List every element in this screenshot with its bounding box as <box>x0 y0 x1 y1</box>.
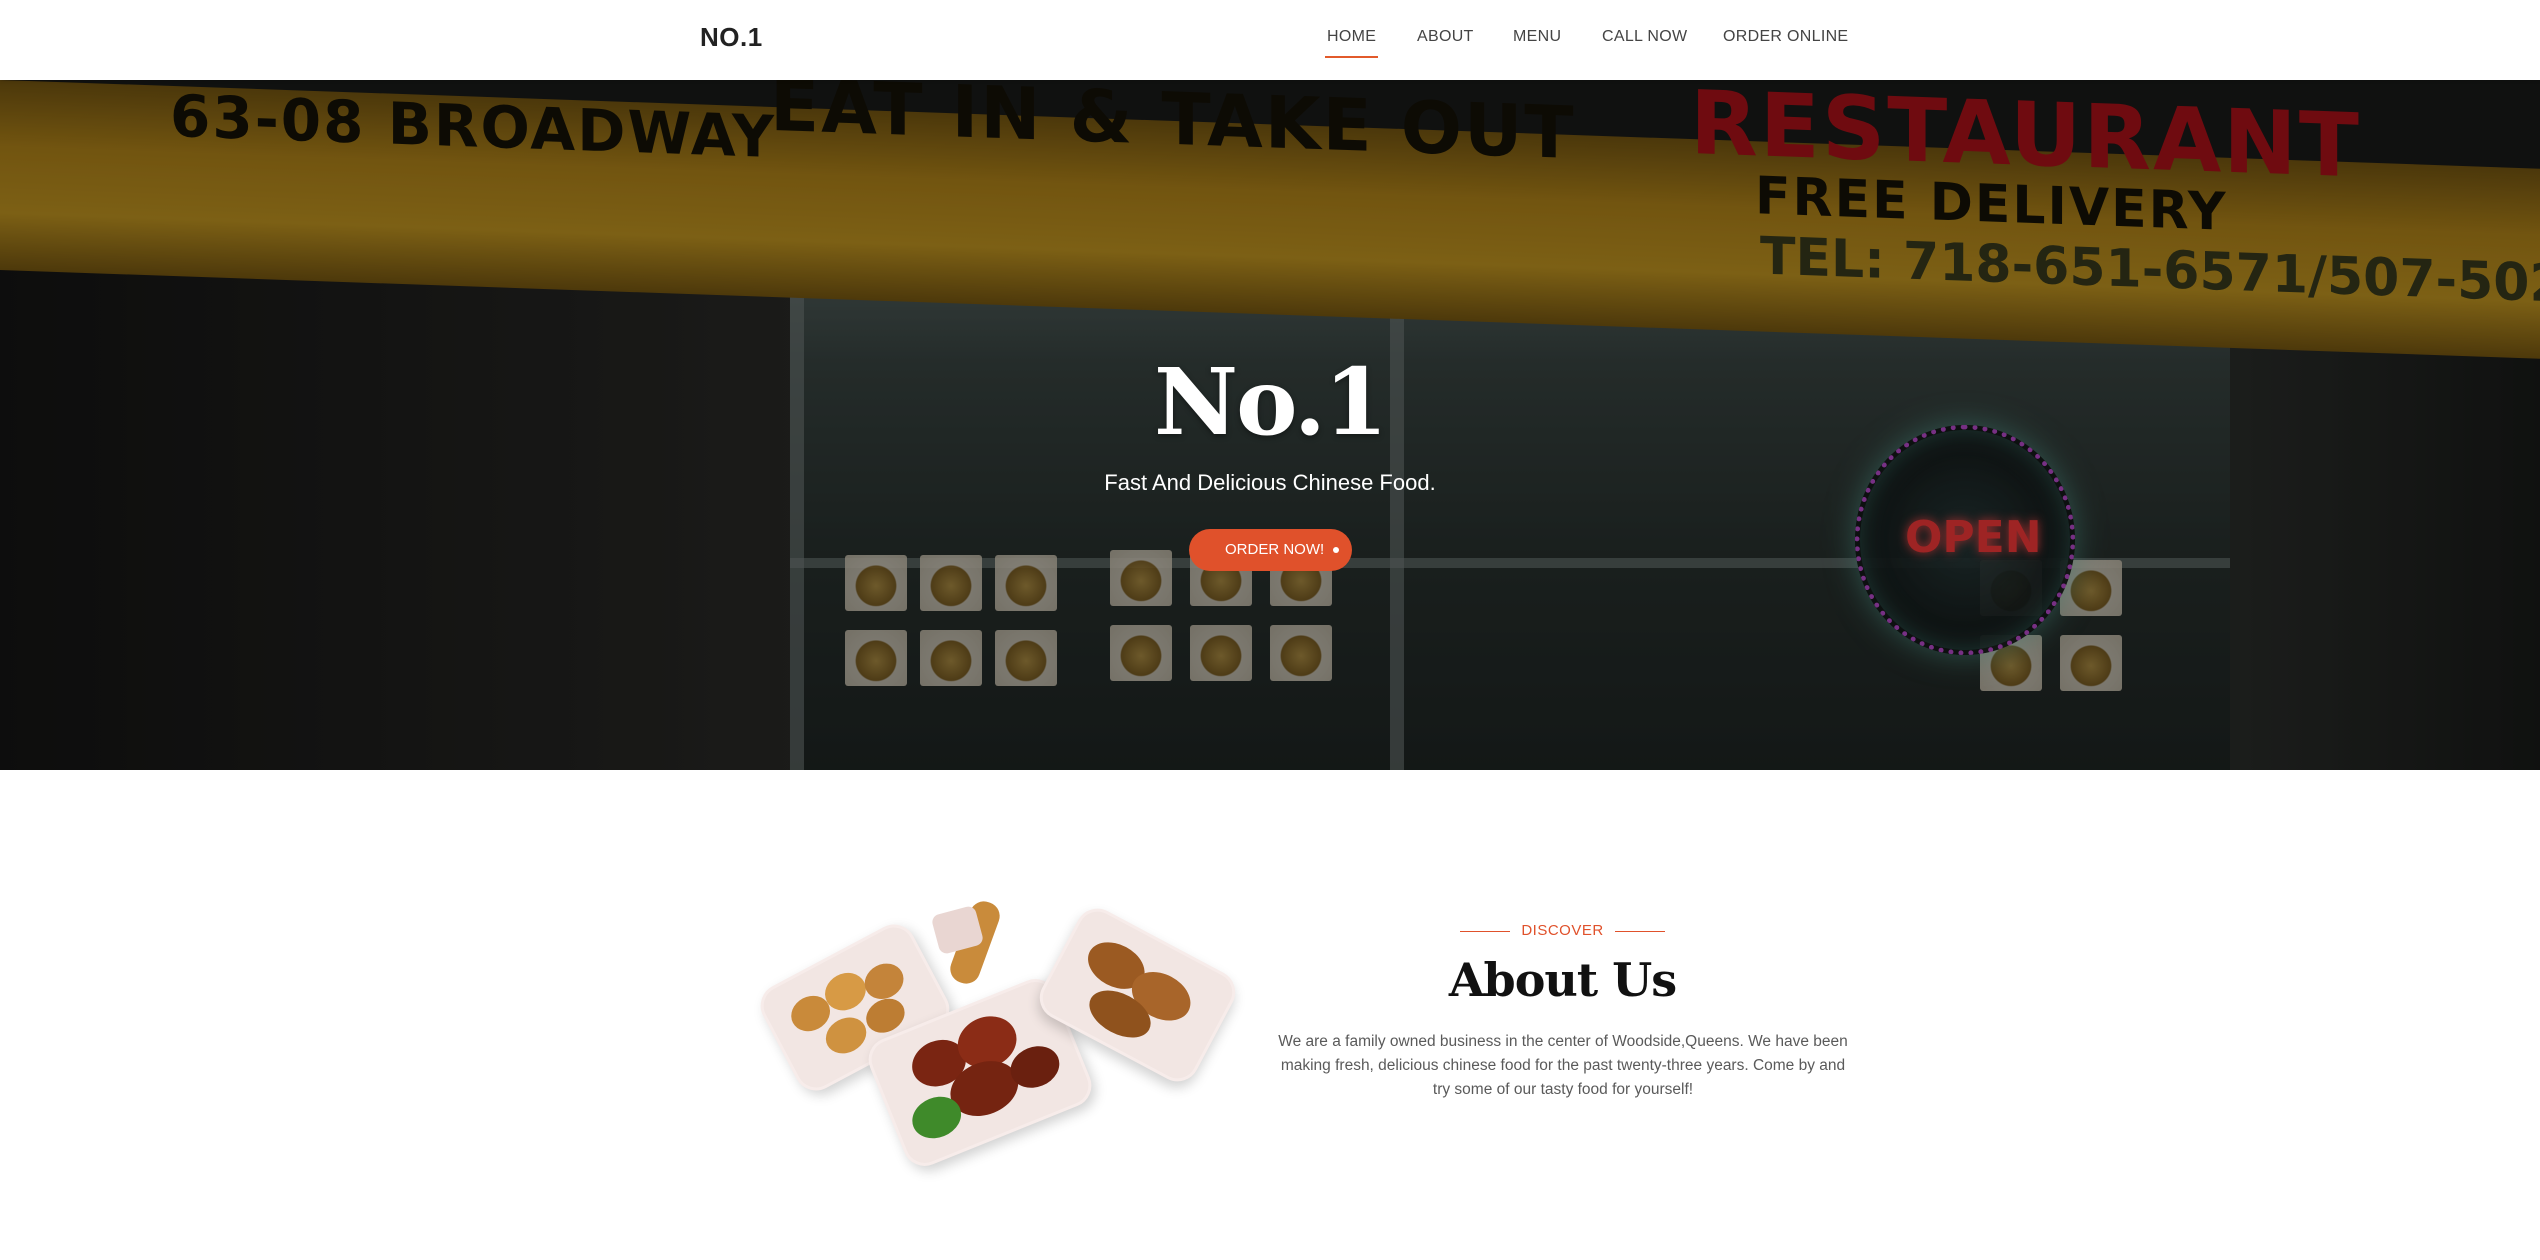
order-now-button[interactable]: ORDER NOW! <box>1189 529 1352 571</box>
about-title: About Us <box>1448 953 1677 1007</box>
nav-menu-link[interactable]: MENU <box>1513 28 1561 46</box>
food-trays-image <box>752 895 1243 1173</box>
hero-subtitle: Fast And Delicious Chinese Food. <box>1104 470 1436 495</box>
about-description: We are a family owned business in the ce… <box>1278 1033 1848 1098</box>
navbar: NO.1 HOME ABOUT MENU CALL NOW ORDER ONLI… <box>0 0 2540 80</box>
discover-eyebrow: DISCOVER <box>1460 922 1665 942</box>
nav-home[interactable]: HOME <box>1324 28 1379 58</box>
nav-order-online[interactable]: ORDER ONLINE <box>1723 28 1848 46</box>
about-section: DISCOVER About Us We are a family owned … <box>0 770 2540 1260</box>
hero-title: No.1 <box>1154 348 1388 456</box>
nav-menu: HOME ABOUT MENU CALL NOW ORDER ONLINE <box>0 28 2540 68</box>
divider-line <box>1615 931 1665 932</box>
nav-call-now[interactable]: CALL NOW <box>1602 28 1687 46</box>
button-dot-icon <box>1333 547 1339 553</box>
nav-about[interactable]: ABOUT <box>1417 28 1474 46</box>
hero-section: OPEN 63-08 BROADWAY EAT IN & TAKE OUT RE… <box>0 80 2540 770</box>
order-now-label: ORDER NOW! <box>1225 541 1325 558</box>
